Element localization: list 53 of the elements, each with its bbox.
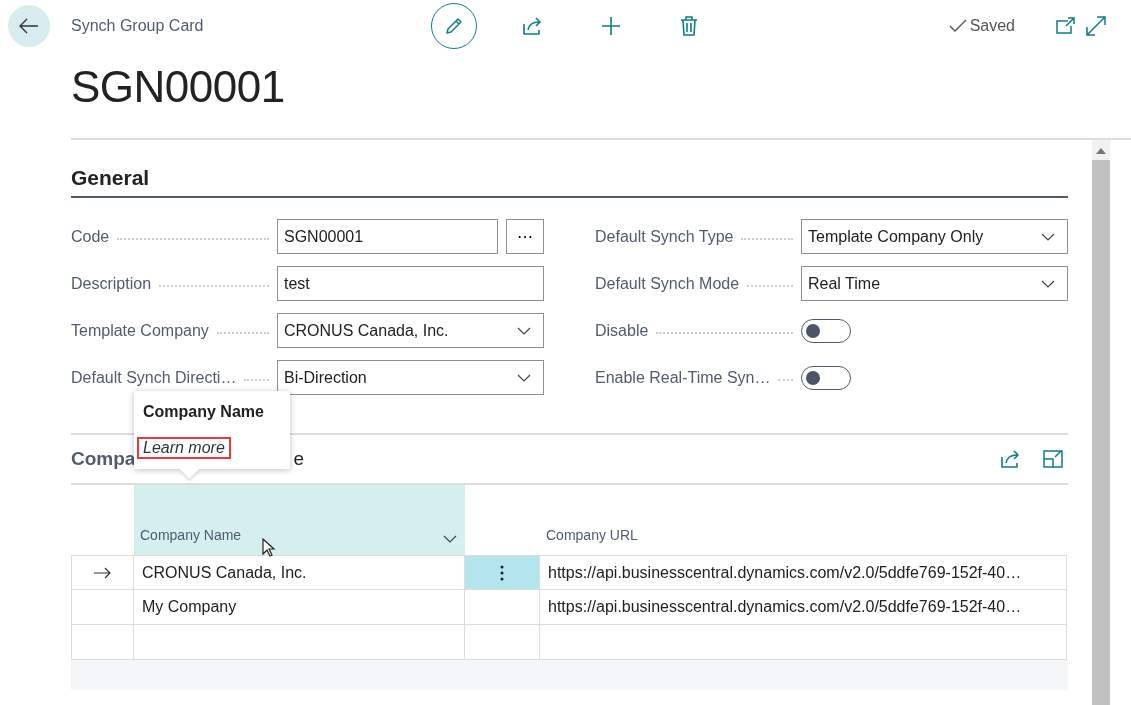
share-icon[interactable] — [522, 16, 544, 36]
open-in-new-window-icon[interactable] — [1056, 17, 1076, 35]
lookup-button[interactable]: ⋯ — [506, 219, 544, 254]
back-button[interactable] — [8, 5, 50, 47]
chevron-down-icon — [443, 535, 457, 543]
section-title: e — [293, 448, 304, 470]
dropdown-field[interactable]: Real Time — [801, 266, 1068, 301]
record-title: SGN00001 — [71, 61, 286, 113]
field-label: Code — [71, 227, 110, 246]
section-title: Compa — [71, 448, 136, 470]
dropdown-field[interactable]: Template Company Only — [801, 219, 1068, 254]
table-cell[interactable]: https://api.businesscentral.dynamics.com/v2.0/5ddfe769-152f-40… — [540, 555, 1067, 590]
dropdown-field[interactable]: CRONUS Canada, Inc. — [277, 313, 544, 348]
chevron-down-icon — [1041, 232, 1055, 241]
save-status: Saved — [969, 17, 1015, 35]
section-title: General — [71, 166, 150, 189]
field-label: Default Synch Directi… — [71, 368, 237, 387]
field-label: Template Company — [71, 321, 209, 340]
table-cell[interactable] — [465, 590, 540, 625]
tooltip-title: Company Name — [143, 403, 265, 421]
column-header[interactable]: Company URL — [540, 485, 1067, 555]
more-options-icon[interactable] — [500, 564, 504, 581]
back-arrow-icon[interactable] — [19, 18, 39, 34]
toggle-switch[interactable] — [801, 365, 851, 390]
column-header[interactable]: Company Name — [134, 485, 465, 555]
trash-icon[interactable] — [680, 16, 698, 36]
dropdown-field[interactable]: Bi-Direction — [277, 360, 544, 395]
field-label: Enable Real-Time Syn… — [595, 368, 771, 387]
learn-more-link[interactable]: Learn more — [137, 437, 231, 459]
plus-icon[interactable] — [601, 16, 621, 36]
chevron-down-icon — [517, 373, 531, 382]
checkmark-icon — [948, 19, 967, 33]
row-indicator-cell[interactable] — [71, 555, 134, 590]
chevron-down-icon — [517, 326, 531, 335]
field-label: Default Synch Mode — [595, 274, 740, 293]
field-label: Description — [71, 274, 152, 293]
table-cell[interactable]: My Company — [134, 590, 465, 625]
chevron-down-icon — [1041, 279, 1055, 288]
field-label: Default Synch Type — [595, 227, 734, 246]
mouse-pointer-icon — [262, 538, 276, 558]
row-indicator-cell[interactable] — [71, 590, 134, 625]
scroll-up-icon[interactable] — [1096, 148, 1106, 154]
table-cell[interactable]: https://api.businesscentral.dynamics.com/v2.0/5ddfe769-152f-40… — [540, 590, 1067, 625]
field-label: Disable — [595, 321, 649, 340]
row-actions-cell[interactable] — [465, 555, 540, 590]
text-field[interactable]: test — [277, 266, 544, 301]
expand-icon[interactable] — [1043, 450, 1063, 468]
page-caption: Synch Group Card — [71, 17, 205, 35]
text-field[interactable]: SGN00001 — [277, 219, 498, 254]
pencil-icon[interactable] — [444, 16, 464, 36]
arrow-right-icon — [93, 566, 112, 579]
table-cell[interactable]: CRONUS Canada, Inc. — [134, 555, 465, 590]
toggle-switch[interactable] — [801, 318, 851, 343]
